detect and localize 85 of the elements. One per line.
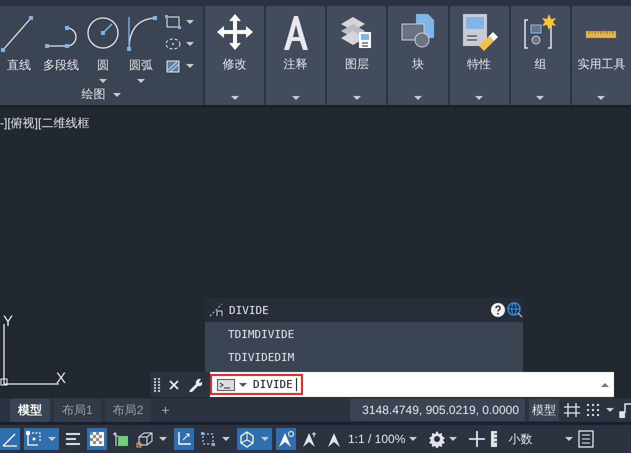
annotation-icon [277,430,295,448]
plus-icon[interactable] [468,430,486,448]
model-space-button[interactable]: 模型 [529,399,559,421]
draw-tool-button[interactable] [164,58,195,74]
terminal-icon[interactable] [217,378,235,390]
coordinates-readout: 3148.4749, 905.0219, 0.0000 [350,399,525,421]
caret-icon[interactable] [238,382,248,388]
ribbon-panel-button[interactable]: 图层 [327,6,386,105]
ribbon-panel-button[interactable]: 注释 [266,6,326,105]
status-toggle-button[interactable] [276,428,296,450]
status-toggle-button[interactable] [24,428,59,450]
close-icon[interactable] [168,378,180,390]
caret-icon [185,41,195,47]
status-toggle-button[interactable] [237,428,272,450]
add-tab-button[interactable]: + [155,402,176,418]
caret-icon[interactable] [605,407,615,413]
status-toggle-button[interactable] [0,428,20,450]
caret-icon [474,95,484,101]
ribbon-panel-button[interactable]: 特性 [450,6,509,105]
layout-tab[interactable]: 模型 [10,398,50,422]
caret-icon [535,95,546,101]
snap-dots-icon[interactable] [585,402,601,418]
annotation-scale-button[interactable]: 1:1 / 100% [348,432,418,446]
layout-tab[interactable]: 布局2 [104,398,152,422]
divide-icon [209,303,225,317]
caret-icon [47,436,57,442]
caret-icon [230,95,240,101]
autocomplete-item[interactable]: DIVIDE [229,304,269,316]
rectangle-icon [164,14,182,30]
ellipse-icon [164,36,182,52]
caret-icon [352,95,362,101]
units-dropdown[interactable]: 小数 [490,430,574,448]
lines-icon [64,430,82,448]
axis-label: X [56,370,66,387]
caret-icon [221,436,231,442]
draw-tool-button[interactable]: 直线 [0,14,38,84]
caret-icon [564,436,574,442]
ruler-icon [586,30,616,38]
draw-tool-button[interactable] [164,36,195,52]
caret-icon [290,95,301,101]
gizmo-icon [238,430,256,448]
object-snap-icon [25,430,43,448]
status-toggle-button[interactable] [87,428,107,450]
selection-icon [199,430,217,448]
annotation-plus-icon [301,430,319,448]
caret-icon[interactable] [448,436,458,442]
caret-icon [185,63,195,69]
cube-icon [136,430,154,448]
layout-tab[interactable]: 布局1 [54,398,101,422]
caret-icon [408,436,418,442]
up-caret-icon[interactable] [600,382,610,388]
ribbon-panel-button[interactable]: 实用工具 [572,6,631,105]
caret-icon [596,95,606,101]
caret-icon [136,78,146,84]
help-icon[interactable] [491,303,505,317]
autocomplete-item[interactable]: TDIVIDEDIM [205,346,523,369]
draw-tool-button[interactable] [164,14,195,30]
caret-icon [260,436,270,442]
globe-search-icon[interactable] [507,302,523,318]
step-icon[interactable] [619,401,631,419]
viewport-label[interactable]: -][俯视][二维线框 [0,115,90,132]
autocomplete-item[interactable]: TDIMDIVIDE [205,323,523,346]
hatch-icon [164,58,182,74]
wrench-icon[interactable] [188,378,202,392]
grid-icon[interactable] [563,402,581,418]
axis-label: Y [3,313,14,330]
draw-tool-button[interactable]: 多段线 [38,14,84,84]
selection-cycling-icon [112,430,130,448]
list-icon[interactable] [578,430,594,448]
status-toggle-button[interactable] [174,428,194,450]
highlight-frame: DIVIDE [210,374,303,395]
command-input-field[interactable]: DIVIDE [210,372,614,397]
grip-icon[interactable] [154,376,160,392]
draw-tool-button[interactable]: 圆 [84,14,122,84]
ribbon-panel-button[interactable]: 块 [388,6,448,105]
checker-icon [88,430,106,448]
settings-icon[interactable] [428,430,446,448]
caret-icon [185,19,195,25]
move-arrows-icon [214,12,255,52]
ribbon-panel-button[interactable]: 组 [510,6,570,105]
caret-icon [412,95,423,101]
panel-title[interactable]: 绘图 [0,84,203,105]
caret-icon [158,436,168,442]
draw-tool-button[interactable]: 圆弧 [122,14,160,84]
ribbon-panel-button[interactable]: 修改 [205,6,264,105]
